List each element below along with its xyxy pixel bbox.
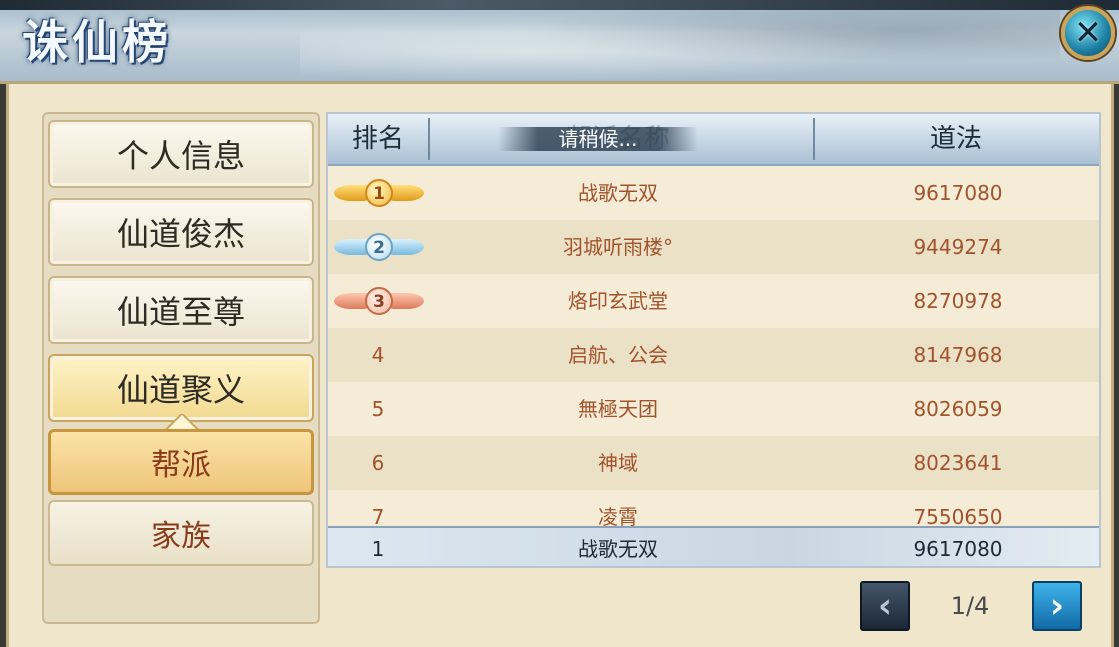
rank-cell: 1 — [328, 166, 428, 220]
rank-cell: 3 — [328, 274, 428, 328]
page-indicator: 1/4 — [950, 592, 990, 620]
sidebar-item-personal-info[interactable]: 个人信息 — [48, 120, 314, 188]
own-name-cell: 战歌无双 — [578, 537, 658, 561]
rank-cell: 6 — [371, 451, 385, 475]
banner-cloud-decoration — [300, 10, 1060, 80]
table-row[interactable]: 1 战歌无双 9617080 — [328, 166, 1099, 220]
name-cell: 無極天团 — [578, 397, 658, 421]
sidebar-item-xiandao-juyi[interactable]: 仙道聚义 — [48, 354, 314, 422]
own-score-cell: 9617080 — [913, 537, 1003, 561]
name-cell: 战歌无双 — [578, 181, 658, 205]
name-cell: 烙印玄武堂 — [568, 289, 668, 313]
sidebar-subitem-guild[interactable]: 帮派 — [48, 429, 314, 495]
chevron-right-icon: › — [1049, 586, 1064, 626]
score-cell: 8026059 — [913, 397, 1003, 421]
gold-medal-icon: 1 — [334, 179, 424, 207]
rank-cell: 2 — [328, 220, 428, 274]
rank-cell: 5 — [371, 397, 385, 421]
close-icon: ✕ — [1073, 13, 1103, 53]
title-banner: 诛仙榜 ✕ — [0, 0, 1119, 84]
score-cell: 8023641 — [913, 451, 1003, 475]
sidebar-item-xiandao-junjie[interactable]: 仙道俊杰 — [48, 198, 314, 266]
score-cell: 9449274 — [913, 235, 1003, 259]
rank-cell: 4 — [371, 343, 385, 367]
ranking-table: 排名 帮派名称 请稍候... 道法 1 战歌无双 9617080 2 羽城听雨楼… — [326, 112, 1101, 568]
name-cell: 启航、公会 — [568, 343, 668, 367]
name-cell: 羽城听雨楼° — [563, 235, 673, 259]
next-page-button[interactable]: › — [1032, 581, 1082, 631]
name-cell: 神域 — [598, 451, 638, 475]
silver-medal-icon: 2 — [334, 233, 424, 261]
table-header: 排名 帮派名称 请稍候... 道法 — [328, 114, 1099, 166]
score-cell: 8270978 — [913, 289, 1003, 313]
table-row[interactable]: 4 启航、公会 8147968 — [328, 328, 1099, 382]
bronze-medal-icon: 3 — [334, 287, 424, 315]
column-header-score: 道法 — [929, 124, 982, 154]
own-rank-cell: 1 — [371, 537, 385, 561]
sidebar-item-xiandao-zhizun[interactable]: 仙道至尊 — [48, 276, 314, 344]
table-row[interactable]: 6 神域 8023641 — [328, 436, 1099, 490]
own-rank-row: 1 战歌无双 9617080 — [328, 526, 1099, 566]
previous-page-button[interactable]: ‹ — [860, 581, 910, 631]
column-header-rank: 排名 — [351, 124, 404, 154]
table-row[interactable]: 2 羽城听雨楼° 9449274 — [328, 220, 1099, 274]
sidebar-item-label: 仙道聚义 — [116, 371, 245, 409]
close-button[interactable]: ✕ — [1061, 6, 1115, 60]
sidebar-subitem-family[interactable]: 家族 — [48, 500, 314, 566]
table-row[interactable]: 5 無極天团 8026059 — [328, 382, 1099, 436]
chevron-left-icon: ‹ — [877, 586, 892, 626]
score-cell: 8147968 — [913, 343, 1003, 367]
window-title: 诛仙榜 — [22, 15, 172, 69]
table-row[interactable]: 3 烙印玄武堂 8270978 — [328, 274, 1099, 328]
score-cell: 9617080 — [913, 181, 1003, 205]
loading-overlay-text: 请稍候... — [498, 127, 698, 151]
